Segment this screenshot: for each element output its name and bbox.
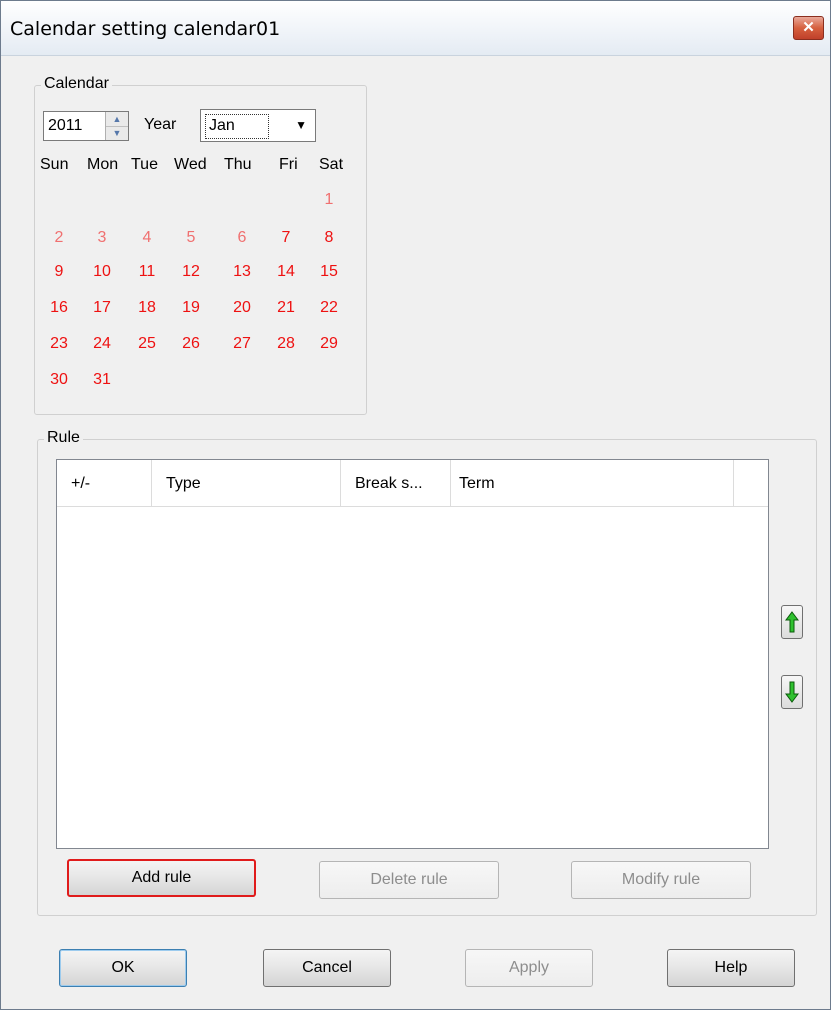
column-label: +/- [71, 475, 91, 492]
spin-down-icon[interactable]: ▼ [106, 126, 128, 140]
calendar-day[interactable]: 2 [44, 229, 74, 247]
green-up-arrow-icon [785, 611, 799, 633]
calendar-day[interactable]: 28 [271, 335, 301, 353]
green-down-arrow-icon [785, 681, 799, 703]
calendar-day[interactable]: 17 [87, 299, 117, 317]
calendar-day[interactable]: 27 [227, 335, 257, 353]
year-value: 2011 [48, 117, 83, 134]
month-value: Jan [209, 117, 235, 134]
calendar-setting-dialog: Calendar setting calendar01 ✕ Calendar 2… [0, 0, 831, 1010]
calendar-day[interactable]: 16 [44, 299, 74, 317]
calendar-day[interactable]: 9 [44, 263, 74, 281]
close-icon: ✕ [802, 19, 815, 36]
weekday-header: Thu [224, 156, 252, 173]
weekday-header: Wed [174, 156, 207, 173]
apply-button[interactable]: Apply [465, 949, 593, 987]
calendar-day[interactable]: 26 [176, 335, 206, 353]
calendar-day[interactable]: 8 [314, 229, 344, 247]
year-label: Year [144, 116, 177, 133]
column-label: Type [166, 475, 201, 492]
spin-up-icon[interactable]: ▲ [106, 112, 128, 127]
chevron-down-icon: ▼ [295, 118, 307, 132]
calendar-day[interactable]: 6 [227, 229, 257, 247]
calendar-day[interactable]: 19 [176, 299, 206, 317]
add-rule-button[interactable]: Add rule [67, 859, 256, 897]
title-bar: Calendar setting calendar01 ✕ [1, 1, 830, 56]
column-header-type[interactable]: Type [152, 460, 341, 506]
calendar-day[interactable]: 12 [176, 263, 206, 281]
column-header-break[interactable]: Break s... [341, 460, 451, 506]
month-select[interactable]: Jan ▼ [200, 109, 316, 142]
calendar-day[interactable]: 31 [87, 371, 117, 389]
modify-rule-button[interactable]: Modify rule [571, 861, 751, 899]
weekday-header: Mon [87, 156, 119, 173]
help-button[interactable]: Help [667, 949, 795, 987]
month-focus-box: Jan [205, 114, 269, 139]
column-header-plus-minus[interactable]: +/- [57, 460, 152, 506]
calendar-day[interactable]: 20 [227, 299, 257, 317]
calendar-day[interactable]: 3 [87, 229, 117, 247]
calendar-day[interactable]: 10 [87, 263, 117, 281]
move-up-button[interactable] [781, 605, 803, 639]
calendar-day[interactable]: 24 [87, 335, 117, 353]
weekday-header: Tue [131, 156, 158, 173]
rule-list-header: +/- Type Break s... Term [57, 460, 768, 507]
calendar-day[interactable]: 4 [132, 229, 162, 247]
calendar-day[interactable]: 15 [314, 263, 344, 281]
calendar-day[interactable]: 14 [271, 263, 301, 281]
window-title: Calendar setting calendar01 [10, 18, 281, 40]
calendar-day[interactable]: 7 [271, 229, 301, 247]
weekday-header: Sun [40, 156, 69, 173]
calendar-day[interactable]: 22 [314, 299, 344, 317]
rule-list[interactable]: +/- Type Break s... Term [56, 459, 769, 849]
ok-button[interactable]: OK [59, 949, 187, 987]
calendar-day[interactable]: 25 [132, 335, 162, 353]
rule-group-label: Rule [44, 429, 83, 447]
calendar-day[interactable]: 30 [44, 371, 74, 389]
year-spinner[interactable]: 2011 ▲ ▼ [43, 111, 129, 141]
calendar-day[interactable]: 1 [314, 191, 344, 209]
delete-rule-button[interactable]: Delete rule [319, 861, 499, 899]
move-down-button[interactable] [781, 675, 803, 709]
column-header-term[interactable]: Term [451, 460, 734, 506]
year-spinner-buttons: ▲ ▼ [105, 112, 128, 140]
calendar-group-label: Calendar [41, 75, 112, 93]
weekday-header: Fri [279, 156, 298, 173]
column-label: Term [459, 475, 495, 492]
close-button[interactable]: ✕ [793, 16, 824, 40]
calendar-day[interactable]: 29 [314, 335, 344, 353]
calendar-day[interactable]: 21 [271, 299, 301, 317]
calendar-day[interactable]: 5 [176, 229, 206, 247]
cancel-button[interactable]: Cancel [263, 949, 391, 987]
column-label: Break s... [355, 475, 423, 492]
calendar-day[interactable]: 18 [132, 299, 162, 317]
calendar-day[interactable]: 11 [132, 263, 162, 281]
calendar-day[interactable]: 23 [44, 335, 74, 353]
weekday-header: Sat [319, 156, 344, 173]
calendar-day[interactable]: 13 [227, 263, 257, 281]
